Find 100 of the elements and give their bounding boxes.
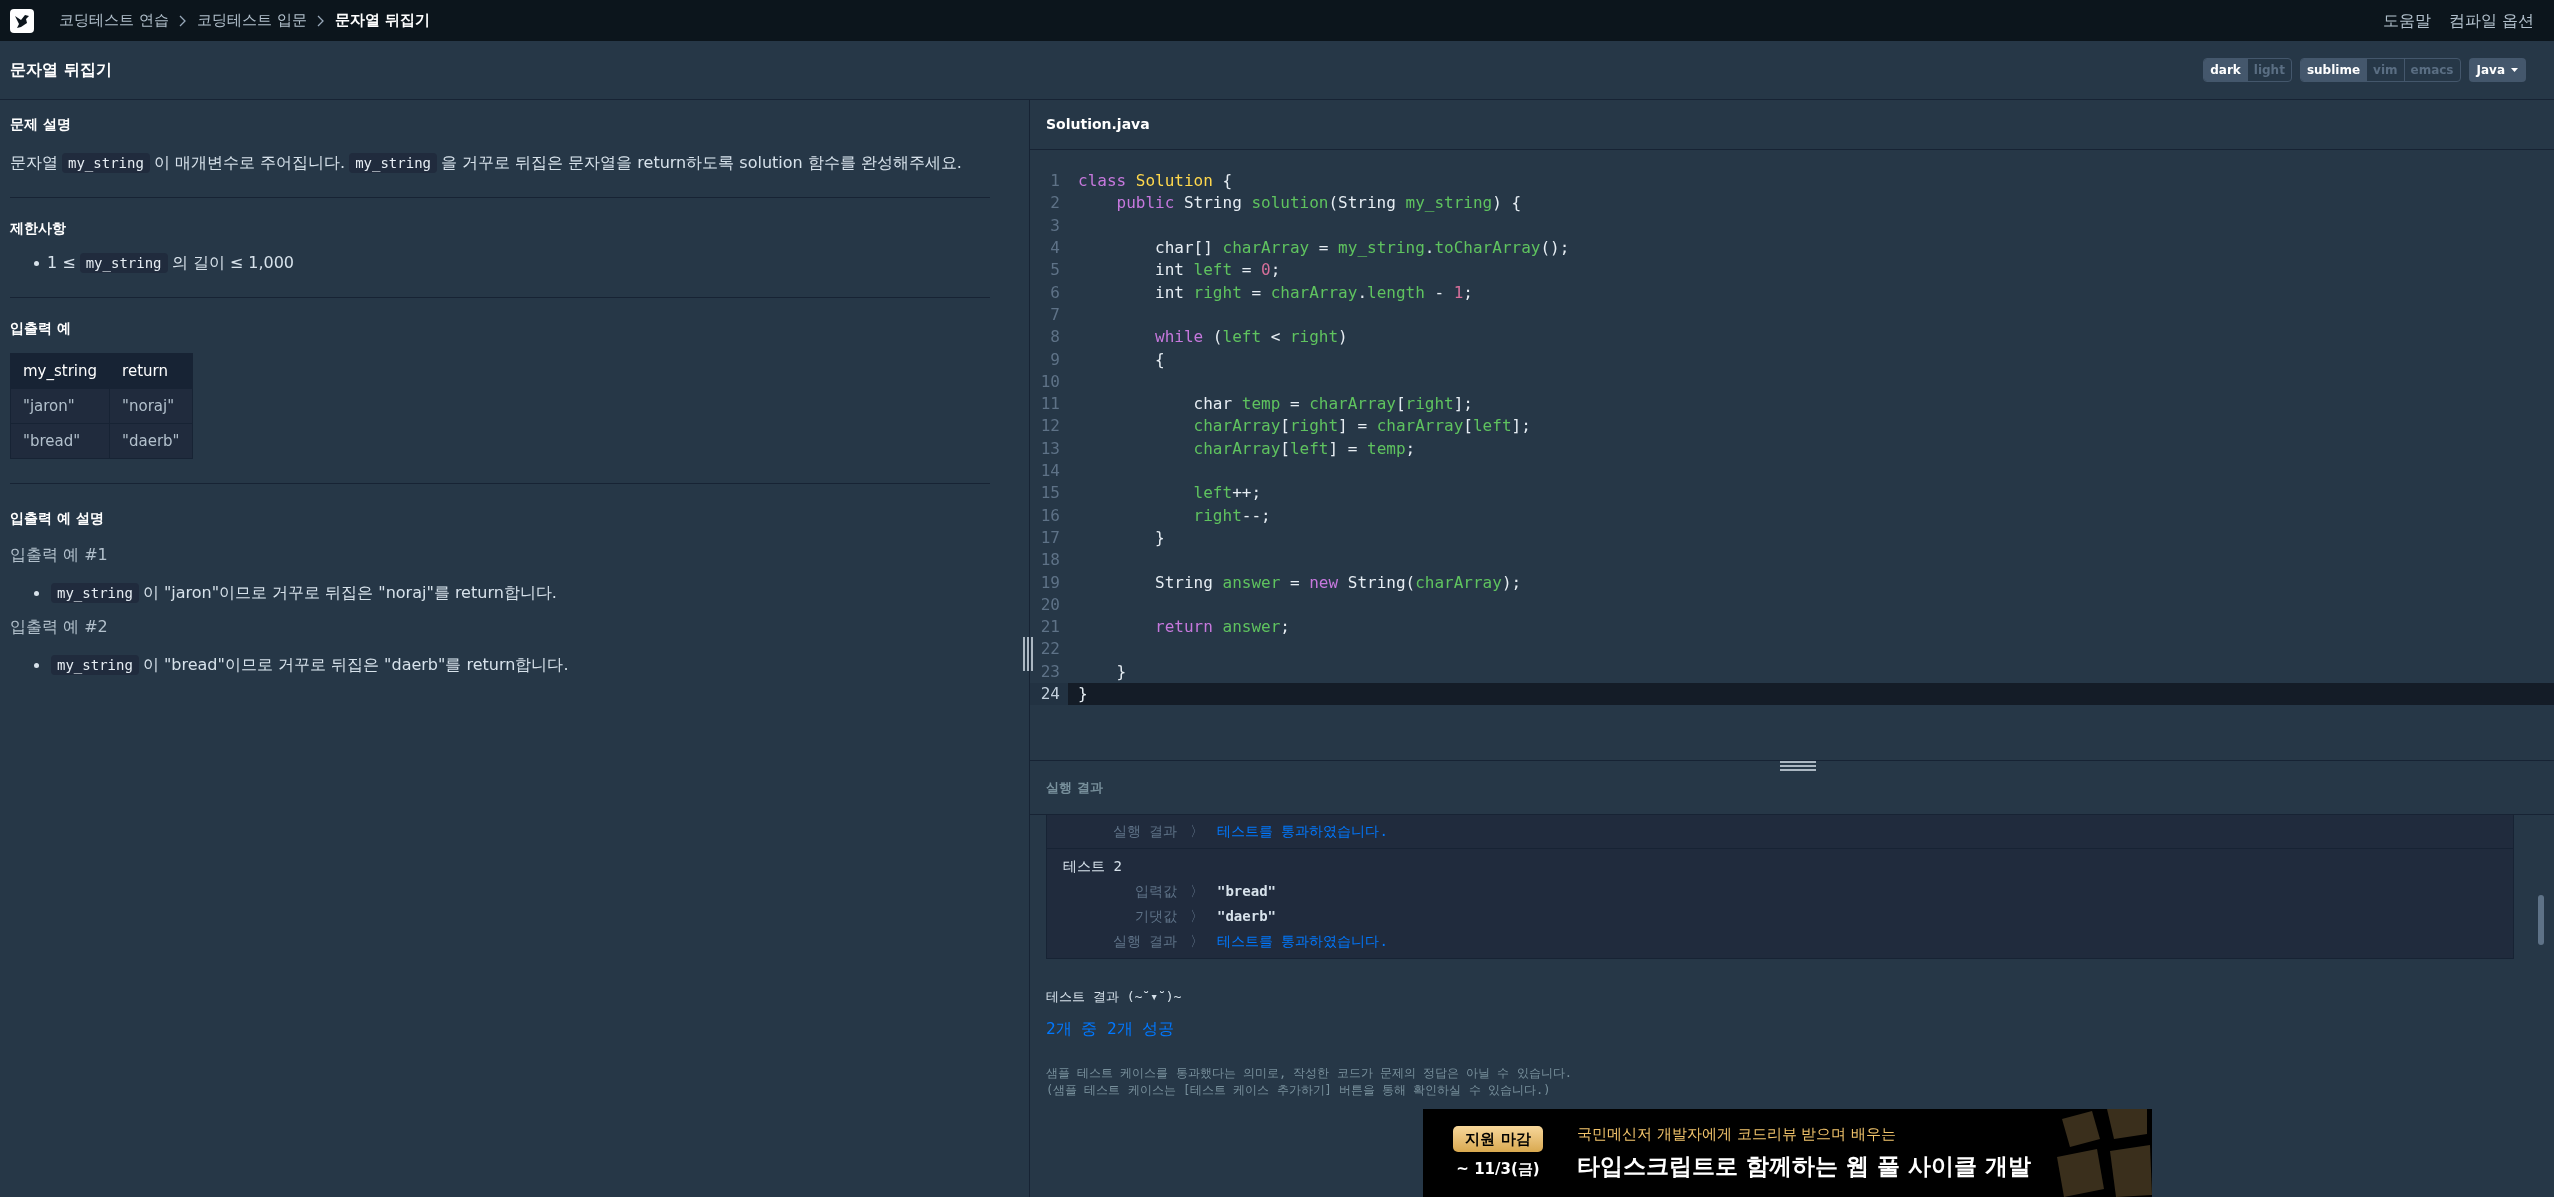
ad-banner[interactable]: 지원 마감 ~ 11/3(금) 국민메신저 개발자에게 코드리뷰 받으며 배우는 타입스크립트로 함께하는 웹 풀 사이클 개발 (1423, 1109, 2152, 1197)
code-line: int left = 0; (1154, 259, 1281, 282)
line-number: 11 (1039, 393, 1061, 416)
deadline-badge: 지원 마감 (1453, 1125, 1543, 1152)
result-label: 입력값 (1134, 882, 1177, 901)
nav-link[interactable]: 컴파일 옵션 (2448, 8, 2534, 33)
line-number: 5 (1049, 259, 1061, 282)
constraint-text: 1 ≤ my_string 의 길이 ≤ 1,000 (47, 252, 294, 275)
problem-title: 문자열 뒤집기 (10, 59, 112, 81)
chevron-right-icon (178, 14, 187, 27)
section-heading: 제한사항 (10, 219, 67, 238)
separator-text: 〉 (1189, 932, 1205, 951)
code-line: } (1078, 683, 1088, 705)
line-number: 15 (1039, 482, 1061, 505)
code-line: class Solution { (1078, 170, 1233, 193)
code-line: char temp = charArray[right]; (1192, 393, 1473, 416)
line-number: 21 (1039, 616, 1061, 639)
table-header: return (109, 353, 192, 389)
table-cell: "jaron" (10, 388, 110, 424)
line-number: 22 (1039, 638, 1061, 661)
line-number: 4 (1049, 237, 1061, 260)
code-line: { (1154, 348, 1165, 371)
code-line: } (1115, 660, 1127, 683)
code-line: charArray[left] = temp; (1192, 437, 1416, 460)
banner-subtitle: 국민메신저 개발자에게 코드리뷰 받으며 배우는 (1577, 1123, 1898, 1145)
line-number: 10 (1039, 370, 1061, 393)
code-line: while (left < right) (1154, 326, 1348, 349)
line-number: 20 (1039, 593, 1061, 616)
logo-icon[interactable] (10, 8, 34, 33)
bullet-icon (34, 590, 39, 596)
line-number: 24 (1039, 683, 1061, 705)
example-title: 입출력 예 #1 (10, 544, 109, 566)
breadcrumb-link[interactable]: 문자열 뒤집기 (334, 9, 430, 32)
line-number: 13 (1039, 437, 1061, 460)
separator-text: 〉 (1189, 907, 1205, 926)
result-label: 실행 결과 (1111, 822, 1177, 841)
table-header: my_string (10, 353, 110, 389)
breadcrumb-link[interactable]: 코딩테스트 입문 (196, 9, 307, 32)
bullet-icon (34, 260, 39, 266)
result-value: "bread" (1217, 882, 1276, 901)
code-line: char[] charArray = my_string.toCharArray(); (1154, 237, 1570, 260)
line-number: 2 (1049, 192, 1061, 215)
scrollbar[interactable] (2538, 895, 2544, 945)
code-line: right--; (1192, 504, 1271, 527)
example-explanation: my_string 이 "jaron"이므로 거꾸로 뒤집은 "noraj"를 return합니다. (47, 579, 557, 607)
nav-link[interactable]: 도움말 (2382, 8, 2431, 33)
table-cell: "bread" (10, 423, 110, 459)
result-value: "daerb" (1217, 907, 1276, 926)
code-line: int right = charArray.length - 1; (1154, 281, 1473, 304)
bullet-icon (34, 662, 39, 668)
line-number: 17 (1039, 526, 1061, 549)
language-dropdown[interactable]: Java (2468, 58, 2526, 82)
example-title: 입출력 예 #2 (10, 616, 109, 638)
line-number: 19 (1039, 571, 1061, 594)
line-number: 9 (1049, 348, 1061, 371)
code-line: charArray[right] = charArray[left]; (1192, 415, 1531, 438)
table-cell: "noraj" (109, 388, 192, 424)
toggle-option[interactable]: dark (2204, 59, 2248, 81)
summary-result: 2개 중 2개 성공 (1046, 1017, 1176, 1040)
breadcrumb-link[interactable]: 코딩테스트 연습 (59, 9, 169, 32)
line-number: 23 (1039, 660, 1061, 683)
line-number: 12 (1039, 415, 1061, 438)
line-number: 6 (1049, 281, 1061, 304)
caret-down-icon (2511, 68, 2518, 72)
results-heading: 실행 결과 (1046, 778, 1103, 797)
result-label: 실행 결과 (1111, 932, 1177, 951)
line-number: 14 (1039, 460, 1061, 482)
separator-text: 〉 (1189, 822, 1205, 841)
line-number: 1 (1049, 170, 1061, 193)
test-title: 테스트 2 (1062, 856, 1123, 876)
problem-description: 문자열 my_string 이 매개변수로 주어집니다. my_string 을 거꾸로 뒤집은 문자열을 return하도록 solution 함수를 완성해주세요. (10, 152, 963, 175)
note-text: 샘플 테스트 케이스를 통과했다는 의미로, 작성한 코드가 문제의 정답은 아닐 수 있습니다. (1046, 1064, 1573, 1082)
code-line: return answer; (1154, 616, 1290, 639)
note-text: (샘플 테스트 케이스는 [테스트 케이스 추가하기] 버튼을 통해 확인하실 수 있습니다.) (1046, 1081, 1552, 1099)
result-value: 테스트를 통과하였습니다. (1217, 822, 1388, 841)
code-line: public String solution(String my_string) { (1115, 192, 1522, 215)
line-number: 8 (1049, 326, 1061, 349)
result-label: 기댓값 (1134, 907, 1177, 926)
code-line: } (1154, 526, 1165, 549)
example-explanation: my_string 이 "bread"이므로 거꾸로 뒤집은 "daerb"를 return합니다. (47, 651, 569, 679)
line-number: 7 (1049, 303, 1061, 326)
line-number: 3 (1049, 214, 1061, 237)
code-line: left++; (1192, 482, 1262, 505)
line-number: 16 (1039, 504, 1061, 527)
section-heading: 입출력 예 (10, 319, 72, 338)
section-heading: 문제 설명 (10, 115, 72, 134)
banner-headline: 타입스크립트로 함께하는 웹 풀 사이클 개발 (1577, 1152, 2032, 1181)
chevron-right-icon (316, 14, 325, 27)
line-number: 18 (1039, 549, 1061, 572)
resize-handle-icon[interactable] (1023, 637, 1033, 671)
toggle-option[interactable]: sublime (2300, 59, 2368, 81)
result-value: 테스트를 통과하였습니다. (1217, 932, 1388, 951)
summary-title: 테스트 결과 (~˘▾˘)~ (1046, 988, 1183, 1006)
section-heading: 입출력 예 설명 (10, 509, 105, 528)
separator-text: 〉 (1189, 882, 1205, 901)
code-line: String answer = new String(charArray); (1154, 571, 1522, 594)
table-cell: "daerb" (109, 423, 192, 459)
file-tab[interactable]: Solution.java (1046, 114, 1150, 135)
resize-handle-icon[interactable] (1780, 761, 1816, 771)
deadline-text: ~ 11/3(금) (1456, 1159, 1540, 1180)
